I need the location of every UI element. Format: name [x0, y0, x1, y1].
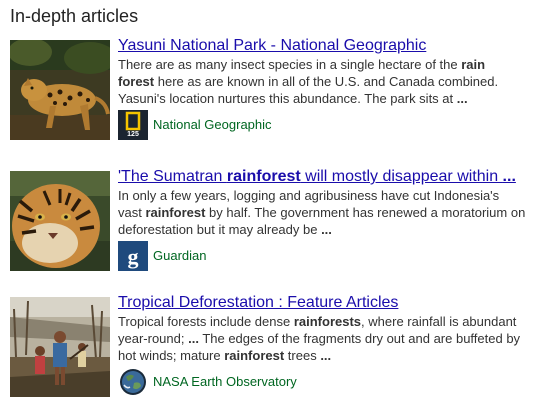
snippet-line: hot winds; mature rainforest trees ...	[118, 347, 536, 364]
text-run: deforestation but it may already be	[118, 222, 322, 237]
text-run: Yasuni's location nurtures this abundanc…	[118, 91, 457, 106]
snippet-line: Tropical forests include dense rainfores…	[118, 313, 536, 330]
bold-term: rainforest	[226, 168, 301, 185]
snippet-line: In only a few years, logging and agribus…	[118, 187, 536, 204]
source-link[interactable]: g Guardian	[118, 241, 418, 271]
text-run: hot winds; mature	[118, 348, 225, 363]
text-run: by half. The government has renewed a mo…	[205, 205, 526, 220]
bold-term: forest	[118, 74, 155, 89]
in-depth-articles-panel: In-depth articles Yasuni National Park -…	[0, 0, 544, 411]
bold-term: ...	[320, 348, 332, 363]
snippet-line: vast rainforest by half. The government …	[118, 204, 536, 221]
article-content: 'The Sumatran rainforest will mostly dis…	[118, 168, 536, 238]
bold-term: ...	[321, 222, 332, 237]
text-run: trees	[284, 348, 321, 363]
national-geographic-icon: 125	[118, 110, 148, 140]
bold-term: rainforests	[293, 314, 362, 329]
snippet-line: deforestation but it may already be ...	[118, 221, 536, 238]
snippet-line: year-round; ... The edges of the fragmen…	[118, 330, 536, 347]
article-content: Yasuni National Park - National Geograph…	[118, 37, 536, 107]
text-run: Tropical forests include dense	[118, 314, 294, 329]
snippet-line: Yasuni's location nurtures this abundanc…	[118, 90, 536, 107]
bold-term: rainforest	[145, 205, 206, 220]
source-name: National Geographic	[153, 117, 272, 132]
article-content: Tropical Deforestation : Feature Article…	[118, 294, 536, 364]
snippet-line: There are as many insect species in a si…	[118, 56, 536, 73]
article-title-link[interactable]: 'The Sumatran rainforest will mostly dis…	[118, 168, 536, 186]
text-run: There are as many insect species in a si…	[118, 57, 462, 72]
text-run: will mostly disappear within	[300, 168, 503, 185]
source-name: Guardian	[153, 248, 207, 263]
source-link[interactable]: NASA Earth Observatory	[118, 367, 418, 397]
article-title-link[interactable]: Yasuni National Park - National Geograph…	[118, 37, 536, 55]
jaguar-image[interactable]	[10, 40, 110, 140]
text-run: The edges of the fragments dry out and a…	[198, 331, 521, 346]
source-icon-text: 125	[127, 131, 139, 138]
article-snippet: There are as many insect species in a si…	[118, 56, 536, 107]
article-snippet: In only a few years, logging and agribus…	[118, 187, 536, 238]
text-run: year-round;	[118, 331, 189, 346]
article-card: Tropical Deforestation : Feature Article…	[10, 294, 538, 403]
text-run: 'The Sumatran	[118, 168, 227, 185]
guardian-icon: g	[118, 241, 148, 271]
text-run: , where rainfall is abundant	[361, 314, 517, 329]
snippet-line: forest here as are known in all of the U…	[118, 73, 536, 90]
source-name: NASA Earth Observatory	[153, 374, 297, 389]
bold-term: rain	[461, 57, 486, 72]
section-heading: In-depth articles	[10, 6, 139, 26]
text-run: vast	[118, 205, 146, 220]
bold-term: ...	[502, 168, 516, 185]
article-snippet: Tropical forests include dense rainfores…	[118, 313, 536, 364]
text-run: In only a few years, logging and agribus…	[118, 188, 500, 203]
bold-term: ...	[456, 91, 468, 106]
bold-term: rainforest	[224, 348, 285, 363]
article-title-link[interactable]: Tropical Deforestation : Feature Article…	[118, 294, 536, 312]
source-icon-text: g	[128, 244, 139, 269]
article-card: 'The Sumatran rainforest will mostly dis…	[10, 168, 538, 277]
text-run: here as are known in all of the U.S. and…	[154, 74, 499, 89]
source-link[interactable]: 125 National Geographic	[118, 110, 418, 140]
article-card: Yasuni National Park - National Geograph…	[10, 37, 538, 146]
nasa-earth-observatory-icon	[118, 367, 148, 397]
tiger-image[interactable]	[10, 171, 110, 271]
deforestation-image[interactable]	[10, 297, 110, 397]
bold-term: ...	[188, 331, 199, 346]
